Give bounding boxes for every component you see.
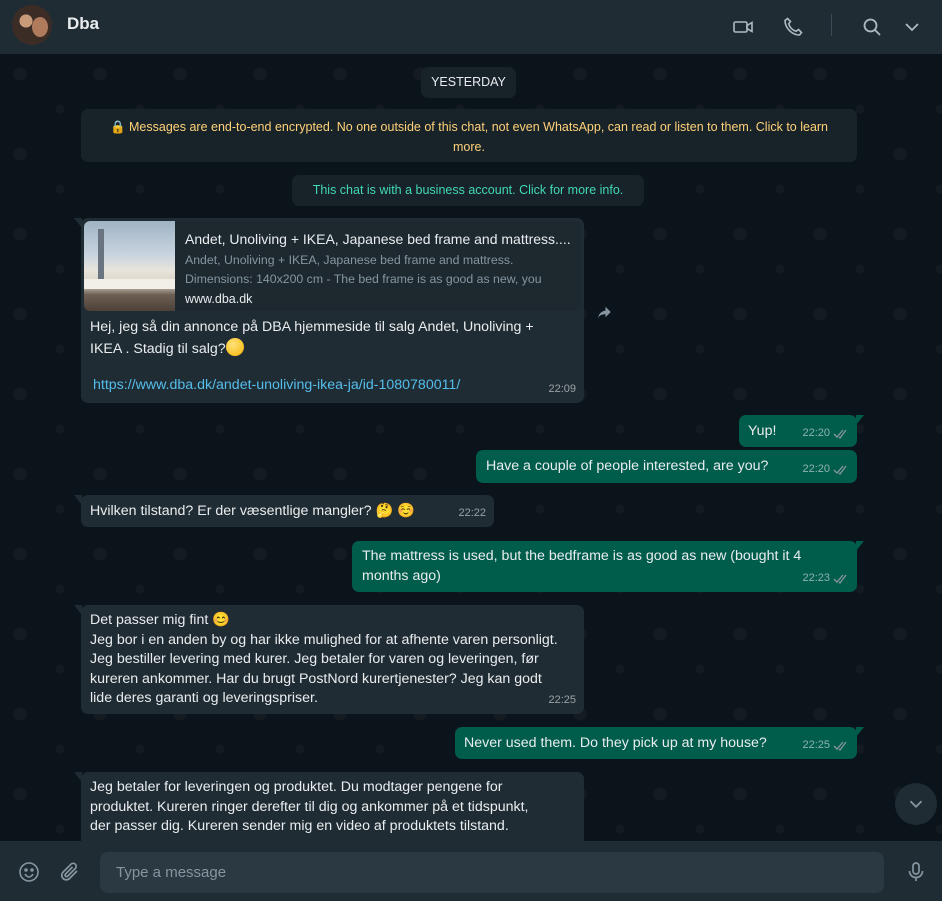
message-text: Jeg betaler for leveringen og produktet.…	[90, 779, 529, 834]
message-time: 22:23	[802, 569, 849, 589]
message-text: Hvilken tilstand? Er der væsentlige mang…	[90, 503, 415, 519]
read-receipt-icon	[833, 465, 847, 475]
voice-call-icon[interactable]	[781, 15, 805, 39]
message-time: 22:20	[802, 424, 849, 444]
message-text: Have a couple of people interested, are …	[486, 458, 769, 474]
smiling-face-emoji	[225, 337, 244, 356]
message-outgoing[interactable]: The mattress is used, but the bedframe i…	[352, 541, 864, 592]
read-receipt-icon	[833, 741, 847, 751]
message-outgoing[interactable]: Yup! 22:20	[739, 415, 864, 447]
message-text: Yup!	[748, 423, 777, 439]
link-preview-description: Andet, Unoliving + IKEA, Japanese bed fr…	[185, 253, 542, 286]
message-link[interactable]: https://www.dba.dk/andet-unoliving-ikea-…	[93, 376, 460, 396]
emoji-icon[interactable]	[17, 860, 41, 884]
business-account-notice[interactable]: This chat is with a business account. Cl…	[292, 175, 644, 206]
composer	[0, 841, 942, 901]
search-icon[interactable]	[860, 15, 884, 39]
message-outgoing[interactable]: Have a couple of people interested, are …	[476, 450, 857, 483]
forward-icon[interactable]	[595, 303, 613, 321]
microphone-icon[interactable]	[904, 860, 928, 884]
message-incoming[interactable]: Andet, Unoliving + IKEA, Japanese bed fr…	[74, 218, 584, 403]
video-call-icon[interactable]	[731, 15, 755, 39]
message-text: Never used them. Do they pick up at my h…	[464, 735, 767, 751]
encryption-notice[interactable]: 🔒 Messages are end-to-end encrypted. No …	[81, 109, 857, 162]
read-receipt-icon	[833, 574, 847, 584]
date-separator: YESTERDAY	[421, 67, 516, 98]
message-text: The mattress is used, but the bedframe i…	[362, 548, 802, 584]
avatar[interactable]	[12, 5, 52, 45]
chat-title[interactable]: Dba	[67, 14, 99, 34]
attach-icon[interactable]	[58, 860, 82, 884]
message-time: 22:22	[458, 506, 486, 519]
message-incoming[interactable]: Jeg betaler for leveringen og produktet.…	[74, 772, 584, 841]
message-text: Det passer mig fint 😊 Jeg bor i en anden…	[90, 612, 558, 706]
header-divider	[831, 14, 832, 36]
message-incoming[interactable]: Det passer mig fint 😊 Jeg bor i en anden…	[74, 605, 584, 714]
scroll-to-bottom-button[interactable]	[895, 783, 937, 825]
link-preview-title: Andet, Unoliving + IKEA, Japanese bed fr…	[185, 231, 571, 247]
link-preview-domain: www.dba.dk	[185, 292, 253, 306]
link-preview[interactable]: Andet, Unoliving + IKEA, Japanese bed fr…	[84, 221, 581, 311]
message-time: 22:09	[548, 382, 576, 395]
message-time: 22:25	[548, 693, 576, 706]
message-list[interactable]: YESTERDAY 🔒 Messages are end-to-end encr…	[0, 54, 942, 841]
read-receipt-icon	[833, 429, 847, 439]
message-text: Hej, jeg så din annonce på DBA hjemmesid…	[90, 319, 534, 357]
message-time: 22:25	[802, 736, 849, 756]
chevron-down-icon	[909, 800, 923, 809]
chat-header: Dba	[0, 0, 942, 54]
message-time: 22:20	[802, 460, 849, 480]
message-input[interactable]	[100, 852, 884, 893]
chevron-down-icon[interactable]	[900, 15, 924, 39]
link-preview-thumbnail	[84, 221, 175, 311]
message-outgoing[interactable]: Never used them. Do they pick up at my h…	[455, 727, 864, 759]
message-incoming[interactable]: Hvilken tilstand? Er der væsentlige mang…	[74, 495, 494, 527]
